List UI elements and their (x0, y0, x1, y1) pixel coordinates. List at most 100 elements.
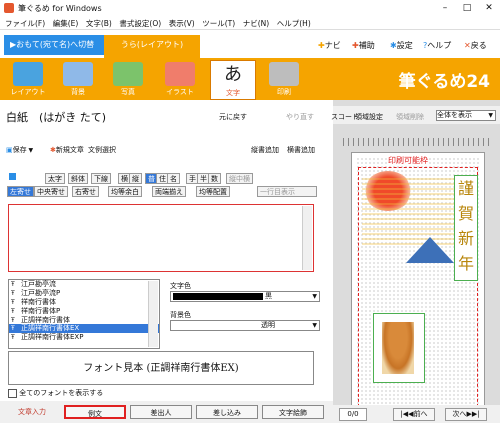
page-count: 0/0 (339, 408, 367, 421)
menu-edit[interactable]: 編集(E) (53, 17, 79, 30)
underline-button[interactable]: 下線 (91, 173, 111, 184)
menu-view[interactable]: 表示(V) (169, 17, 195, 30)
maximize-button[interactable]: □ (456, 0, 478, 17)
next-page-button[interactable]: 次へ▶▶| (445, 408, 487, 421)
switch-to-front-tab[interactable]: ▶おもて(宛て名)へ切替 (4, 35, 104, 55)
even-margin-button[interactable]: 均等余白 (108, 186, 142, 197)
name-text-button[interactable]: 名 (167, 173, 180, 184)
brand-logo: 筆ぐるめ24 (398, 72, 490, 92)
font-list-scrollbar[interactable] (148, 281, 158, 347)
tate-chu-yoko-button[interactable]: 縦中横 (226, 173, 253, 184)
navi-icon: ✚ (318, 41, 325, 50)
area-settings-button[interactable]: 領域設定 (355, 112, 383, 122)
chevron-down-icon: ▼ (312, 293, 317, 300)
side-tab-row: ▶おもて(宛て名)へ切替 うら(レイアウト) ✚ナビ ✚補助 ✱設定 ?ヘルプ … (0, 30, 500, 58)
select-example-button[interactable]: 文例選択 (88, 145, 116, 155)
horizontal-add-button[interactable]: 横書追加 (287, 145, 315, 155)
toolbar-style-label (7, 173, 35, 184)
redo-button[interactable]: やり直す (286, 112, 314, 122)
hokan-icon: ✚ (352, 41, 359, 50)
bg-color-select[interactable]: 透明 ▼ (170, 320, 320, 331)
greeting-text: 謹 賀 新 年 (457, 179, 474, 273)
text-art-tab[interactable]: 文字絵飾 (262, 405, 324, 419)
text-input-area[interactable] (8, 204, 314, 272)
font-list[interactable]: Ŧ 江戸勘亭流 Ŧ 江戸勘亭流P Ŧ 祥南行書体 Ŧ 祥南行書体P Ŧ 正調祥南行書体 Ŧ… (8, 279, 160, 349)
window-title: 筆ぐるめ for Windows (18, 4, 102, 13)
menu-tools[interactable]: ツール(T) (202, 17, 235, 30)
ribbon-layout-button[interactable]: レイアウト (6, 60, 50, 98)
prev-page-button[interactable]: |◀◀前へ (393, 408, 435, 421)
text-color-select[interactable]: 黒 ▼ (170, 291, 320, 302)
blue-square-icon (9, 173, 16, 180)
text-scrollbar[interactable] (302, 206, 312, 270)
bottom-tab-bar: 文章入力 例文 差出人 差し込み 文字絵飾 (0, 401, 333, 423)
show-all-fonts-checkbox[interactable]: 全てのフォントを表示する (8, 388, 103, 398)
text-input-tab[interactable]: 文章入力 (6, 405, 58, 419)
font-item[interactable]: Ŧ 江戸勘亭流 (9, 280, 159, 289)
back-layout-tab[interactable]: うら(レイアウト) (104, 35, 200, 58)
save-button[interactable]: ▣保存 ▼ (6, 145, 33, 155)
first-page-icon: |◀◀ (400, 410, 414, 418)
ruler (343, 138, 493, 146)
number-button[interactable]: 数 (208, 173, 221, 184)
chevron-down-icon: ▼ (312, 322, 317, 329)
ribbon-background-button[interactable]: 背景 (56, 60, 100, 98)
font-item-selected[interactable]: Ŧ 正調祥南行書体EX (9, 324, 159, 334)
distribute-button[interactable]: 均等配置 (196, 186, 230, 197)
new-text-button[interactable]: ✱新規文章 (50, 145, 84, 155)
menu-format[interactable]: 書式設定(O) (119, 17, 161, 30)
align-left-button[interactable]: 左寄せ (7, 186, 34, 197)
align-center-button[interactable]: 中央寄せ (34, 186, 68, 197)
ribbon-illustration-button[interactable]: イラスト (158, 60, 202, 98)
sender-tab[interactable]: 差出人 (130, 405, 192, 419)
ribbon-toolbar: レイアウト 背景 写真 イラスト あ 文字 印刷 筆ぐるめ24 (0, 58, 500, 100)
font-item[interactable]: Ŧ 江戸勘亭流P (9, 289, 159, 298)
save-icon: ▣ (6, 146, 13, 154)
menu-navi[interactable]: ナビ(N) (243, 17, 269, 30)
postcard-preview[interactable]: 印刷可能枠 謹 賀 新 年 (351, 152, 485, 420)
back-icon: ✕ (464, 41, 471, 50)
area-delete-button[interactable]: 領域削除 (396, 112, 424, 122)
greeting-text-box[interactable]: 謹 賀 新 年 (454, 175, 478, 281)
menu-file[interactable]: ファイル(F) (5, 17, 45, 30)
close-button[interactable]: ✕ (478, 0, 500, 17)
help-link[interactable]: ?ヘルプ (423, 40, 451, 51)
menu-text[interactable]: 文字(B) (86, 17, 112, 30)
paper-name: 白紙 (はがき たて) (6, 111, 107, 124)
truetype-icon: Ŧ (11, 334, 15, 342)
italic-button[interactable]: 斜体 (68, 173, 88, 184)
ribbon-text-button[interactable]: あ 文字 (210, 60, 256, 100)
back-link[interactable]: ✕戻る (464, 40, 487, 51)
chevron-down-icon: ▼ (488, 112, 493, 119)
font-item[interactable]: Ŧ 祥南行書体 (9, 298, 159, 307)
illustration-icon (165, 62, 195, 86)
justify-button[interactable]: 両端揃え (152, 186, 186, 197)
sky-illustration (362, 175, 462, 245)
shiba-dog-illustration (382, 322, 414, 374)
hokan-link[interactable]: ✚補助 (352, 40, 375, 51)
menu-help[interactable]: ヘルプ(H) (277, 17, 311, 30)
ribbon-print-button[interactable]: 印刷 (262, 60, 306, 98)
gear-icon: ✱ (390, 41, 397, 50)
vertical-writing-button[interactable]: 縦 (129, 173, 142, 184)
mount-fuji-illustration (406, 237, 454, 263)
example-tab[interactable]: 例文 (64, 405, 126, 419)
checkbox-icon (8, 388, 17, 398)
font-item[interactable]: Ŧ 祥南行書体P (9, 307, 159, 316)
first-line-display-button[interactable]: 一行目表示 (257, 186, 317, 197)
bold-button[interactable]: 太字 (45, 173, 65, 184)
dog-photo-box[interactable] (373, 313, 425, 383)
right-preview-panel: スコード 領域設定 領域削除 全体を表示 ▼ 印刷可能枠 謹 賀 新 年 0/0 … (331, 100, 500, 423)
view-select[interactable]: 全体を表示 ▼ (436, 110, 496, 121)
ribbon-photo-button[interactable]: 写真 (106, 60, 150, 98)
minimize-button[interactable]: – (434, 0, 456, 17)
text-icon: あ (218, 63, 248, 87)
insert-tab[interactable]: 差し込み (196, 405, 258, 419)
undo-button[interactable]: 元に戻す (219, 112, 247, 122)
bg-color-label: 背景色 (170, 311, 191, 319)
navi-link[interactable]: ✚ナビ (318, 40, 341, 51)
align-right-button[interactable]: 右寄せ (72, 186, 99, 197)
font-item[interactable]: Ŧ 正調祥南行書体EXP (9, 333, 159, 342)
vertical-add-button[interactable]: 縦書追加 (251, 145, 279, 155)
settings-link[interactable]: ✱設定 (390, 40, 413, 51)
